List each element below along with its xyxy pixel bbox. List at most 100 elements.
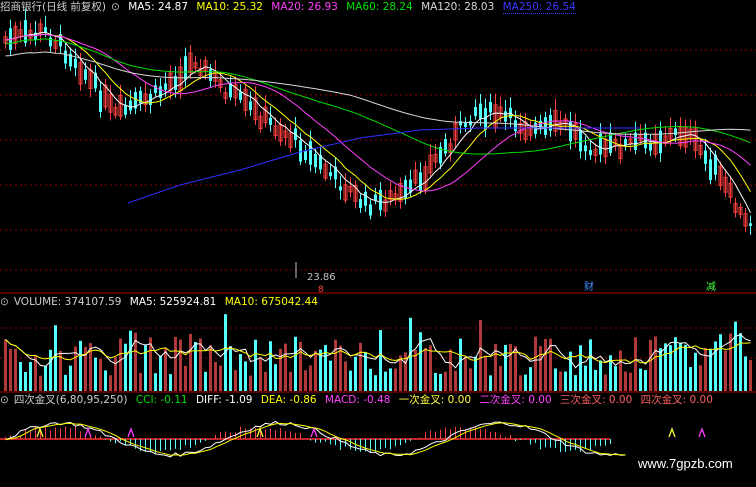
- volume-bar: [644, 370, 647, 391]
- volume-bar: [454, 370, 457, 391]
- volume-bar: [54, 325, 57, 391]
- volume-bar: [554, 368, 557, 391]
- volume-bar: [664, 343, 667, 391]
- volume-bar: [169, 374, 172, 391]
- cross4-value: 四次金叉: 0.00: [640, 394, 713, 406]
- volume-bar: [4, 339, 7, 391]
- volume-bar: [119, 338, 122, 391]
- volume-bar: [379, 330, 382, 391]
- volume-bar: [249, 375, 252, 391]
- volume-ma5-line: [5, 334, 751, 369]
- volume-bar: [479, 320, 482, 391]
- volume-bar: [594, 369, 597, 391]
- volume-bar: [514, 346, 517, 391]
- volume-bar: [574, 375, 577, 391]
- volume-bar: [614, 366, 617, 391]
- ma60-value: MA60: 28.24: [346, 1, 413, 13]
- cross2-value: 二次金叉: 0.00: [479, 394, 552, 406]
- event-mark-finance[interactable]: 财: [584, 283, 594, 293]
- volume-chart[interactable]: [0, 293, 756, 393]
- price-chart[interactable]: [0, 0, 756, 295]
- volume-bar: [244, 361, 247, 391]
- candle-body: [129, 100, 132, 111]
- volume-bar: [154, 373, 157, 391]
- candle-body: [364, 191, 367, 206]
- volume-bar: [694, 352, 697, 391]
- volume-bar: [424, 347, 427, 391]
- volume-bar: [334, 339, 337, 391]
- volume-bar: [499, 366, 502, 391]
- candle-body: [514, 120, 517, 132]
- candle-body: [74, 58, 77, 69]
- indicator-settings-icon[interactable]: ⊙: [0, 394, 9, 406]
- volume-bar: [524, 374, 527, 391]
- price-settings-icon[interactable]: ⊙: [111, 1, 120, 13]
- volume-bar: [584, 365, 587, 391]
- volume-bar: [679, 342, 682, 391]
- volume-bar: [359, 342, 362, 391]
- volume-bar: [229, 346, 232, 391]
- volume-bar: [634, 337, 637, 391]
- volume-bar: [674, 337, 677, 391]
- watermark: www.7gpzb.com: [638, 456, 733, 471]
- volume-bar: [269, 341, 272, 391]
- candle-body: [24, 20, 27, 43]
- volume-bar: [544, 338, 547, 391]
- volume-bar: [329, 360, 332, 391]
- volume-bar: [639, 368, 642, 391]
- candle-body: [579, 129, 582, 152]
- volume-bar: [179, 339, 182, 391]
- candle-body: [479, 103, 482, 119]
- volume-bar: [309, 365, 312, 391]
- volume-bar: [114, 356, 117, 391]
- volume-bar: [289, 371, 292, 391]
- candle-body: [209, 69, 212, 82]
- volume-bar: [704, 347, 707, 391]
- candle-body: [269, 117, 272, 125]
- cci-value: CCI: -0.11: [135, 394, 188, 406]
- volume-bar: [394, 368, 397, 391]
- volume-bar: [254, 339, 257, 391]
- volume-bar: [164, 348, 167, 391]
- volume-bar: [604, 374, 607, 391]
- volume-bar: [29, 361, 32, 391]
- volume-bar: [449, 349, 452, 391]
- volume-bar: [39, 375, 42, 391]
- volume-bar: [749, 359, 752, 391]
- volume-bar: [49, 349, 52, 391]
- volume-bar: [559, 371, 562, 391]
- volume-bar: [724, 350, 727, 391]
- candle-body: [419, 172, 422, 191]
- candle-body: [484, 108, 487, 130]
- volume-bar: [444, 371, 447, 391]
- volume-settings-icon[interactable]: ⊙: [0, 296, 9, 308]
- volume-bar: [194, 342, 197, 391]
- indicator-chart[interactable]: [0, 393, 756, 487]
- volume-bar: [629, 372, 632, 391]
- volume-ma10-line: [5, 339, 751, 364]
- candle-body: [249, 101, 252, 110]
- volume-bar: [129, 330, 132, 391]
- volume-bar: [619, 350, 622, 391]
- volume-bar: [434, 372, 437, 391]
- macd-value: MACD: -0.48: [324, 394, 391, 406]
- event-mark-reduce[interactable]: 减: [706, 283, 716, 293]
- indicator-title: 四次金叉(6,80,95,250): [13, 394, 128, 406]
- candle-body: [469, 121, 472, 126]
- candle-body: [584, 145, 587, 152]
- volume-bar: [489, 375, 492, 391]
- volume-bar: [484, 356, 487, 391]
- candle-body: [239, 91, 242, 100]
- volume-bar: [474, 356, 477, 391]
- candle-body: [339, 186, 342, 191]
- volume-bar: [94, 357, 97, 391]
- candle-body: [164, 83, 167, 90]
- volume-bar: [14, 348, 17, 391]
- event-mark-a[interactable]: 8: [318, 286, 324, 295]
- volume-bar: [214, 361, 217, 391]
- volume-bar: [24, 371, 27, 391]
- volume-bar: [589, 339, 592, 391]
- volume-bar: [659, 348, 662, 391]
- volume-bar: [19, 362, 22, 391]
- price-title[interactable]: 招商银行(日线 前复权): [0, 1, 106, 13]
